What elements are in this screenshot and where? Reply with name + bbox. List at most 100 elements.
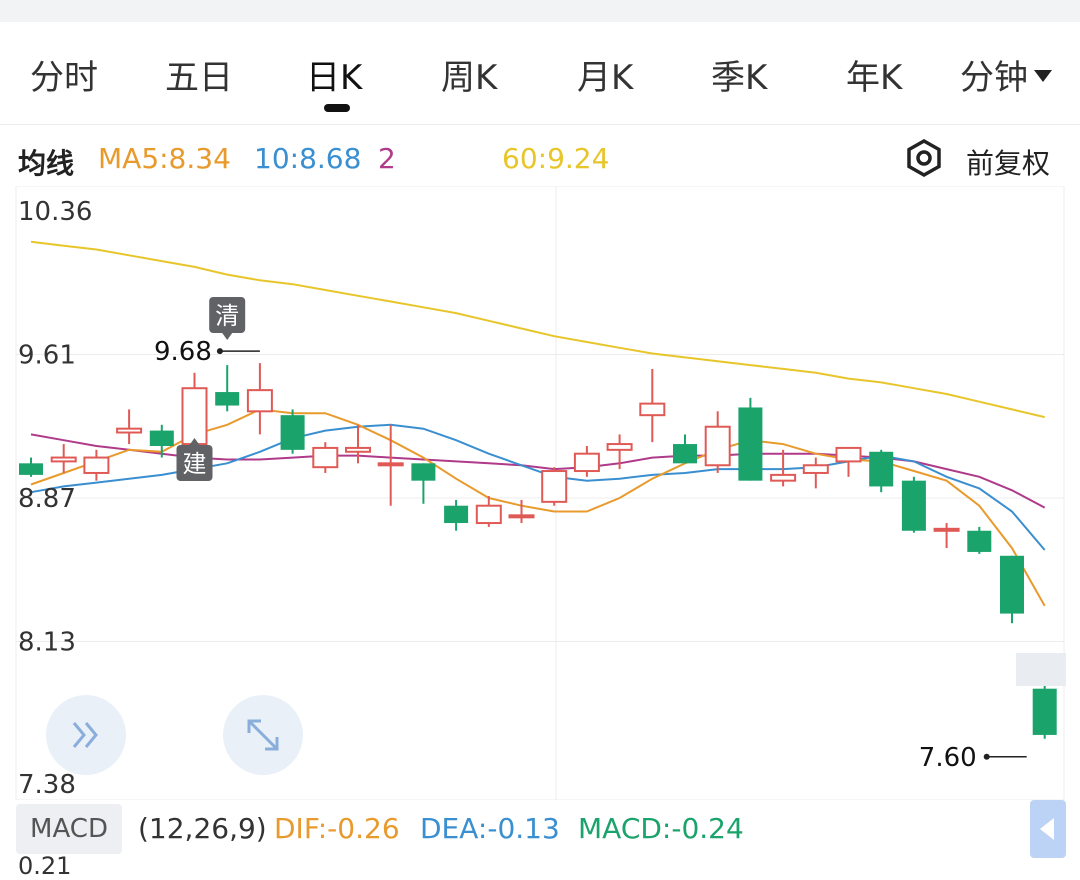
candle [280,409,305,454]
candle [967,526,992,554]
tab-intraday[interactable]: 分时 [30,50,98,99]
candle-body [901,480,926,531]
candle [738,397,763,481]
tab-weekly-k[interactable]: 周K [441,50,497,99]
candle [116,409,143,445]
candles [19,363,1057,739]
dif-value: DIF:-0.26 [274,812,400,845]
candle [444,499,469,531]
candle-body [444,505,469,524]
badge-qing: 清 [209,297,246,340]
candle [639,368,666,443]
candle-body [1032,688,1057,735]
max-marker-dot [216,348,223,355]
max-price-label: 9.68 [154,337,212,367]
adjust-mode-button[interactable]: 前复权 [966,142,1050,182]
tab-yearly-k[interactable]: 年K [846,50,902,99]
candle-body [246,389,273,413]
candle [1032,680,1057,739]
candle-body [312,446,339,469]
y-tick-label: 10.36 [18,197,92,227]
ma5-value: MA5:8.34 [98,142,231,175]
candle-body [149,430,174,446]
candle-body [967,530,992,552]
double-chevron-right-icon [72,722,98,748]
tab-minute-label: 分钟 [960,58,1028,98]
candle-body [411,463,436,481]
ma-legend-bar: 均线 MA5:8.34 10:8.68 2 60:9.24 前复权 [0,124,1080,190]
indicator-select-button[interactable]: MACD [16,804,122,854]
play-forward-button[interactable] [46,695,126,775]
candle [1000,555,1024,624]
min-marker-dot [983,753,990,760]
candle-body [606,443,633,451]
min-price-label: 7.60 [919,743,977,773]
candle [673,434,697,464]
ma-label: 均线 [18,147,75,180]
candle-body [835,446,862,463]
candle-body [639,402,666,417]
candle [312,442,339,473]
badge-jian-text: 建 [183,450,207,478]
tab-monthly-k[interactable]: 月K [577,50,633,99]
candle-body [19,463,43,475]
candle [246,363,273,435]
macd-axis-label: 0.21 [18,852,72,880]
candle [869,449,894,493]
candle-body [1000,555,1024,614]
collapse-panel-button[interactable] [1030,800,1066,858]
tab-minute[interactable]: 分钟 [960,50,1052,99]
candle-body [802,464,829,474]
candle [573,445,600,477]
candle-body [345,446,371,453]
candle [704,411,731,473]
candle-body [704,425,731,467]
candle-body [83,456,110,474]
macd-legend-bar: MACD (12,26,9) DIF:-0.26 DEA:-0.13 MACD:… [0,800,1080,860]
candle-body [377,462,404,467]
tab-five-day[interactable]: 五日 [165,50,233,99]
candle [541,467,568,506]
candle [50,444,77,473]
candlestick-chart[interactable]: 10.369.618.878.137.38 9.687.60清建 [0,186,1080,800]
y-tick-label: 8.87 [18,484,76,514]
dea-value: DEA:-0.13 [420,812,560,845]
ma10-value: 10:8.68 [254,142,362,175]
ma20-fade-overlay [390,140,490,176]
hexagon-settings-icon[interactable] [904,138,944,178]
candle [835,446,862,477]
active-tab-indicator [324,104,350,112]
badge-qing-text: 清 [215,302,239,330]
caret-down-icon [1034,69,1052,82]
badge-qing-tip [222,333,233,340]
candle [83,449,110,481]
candle-body [933,527,960,532]
expand-arrows-icon [247,719,279,751]
y-tick-label: 8.13 [18,628,76,658]
candle-body [508,514,535,519]
candle-body [673,444,697,464]
y-tick-label: 9.61 [18,341,76,371]
candle-body [770,473,797,482]
candle-body [573,452,600,473]
macd-params: (12,26,9) [138,812,267,845]
candle [19,457,43,477]
candle [933,523,960,549]
candle-body [215,392,240,406]
crosshair-price-tag [1016,653,1066,686]
candle [802,457,829,489]
tab-quarterly-k[interactable]: 季K [711,50,767,99]
top-strip [0,0,1080,22]
fullscreen-button[interactable] [223,695,303,775]
candle [345,424,371,464]
candle [215,365,240,412]
candle-body [541,470,568,503]
candle-body [50,456,77,463]
candle-body [280,415,305,450]
candle-body [738,407,763,481]
candle-body [116,427,143,434]
candle-body [181,387,208,446]
candle [901,476,926,533]
tab-daily-k[interactable]: 日K [306,50,362,99]
macd-value: MACD:-0.24 [578,812,744,845]
